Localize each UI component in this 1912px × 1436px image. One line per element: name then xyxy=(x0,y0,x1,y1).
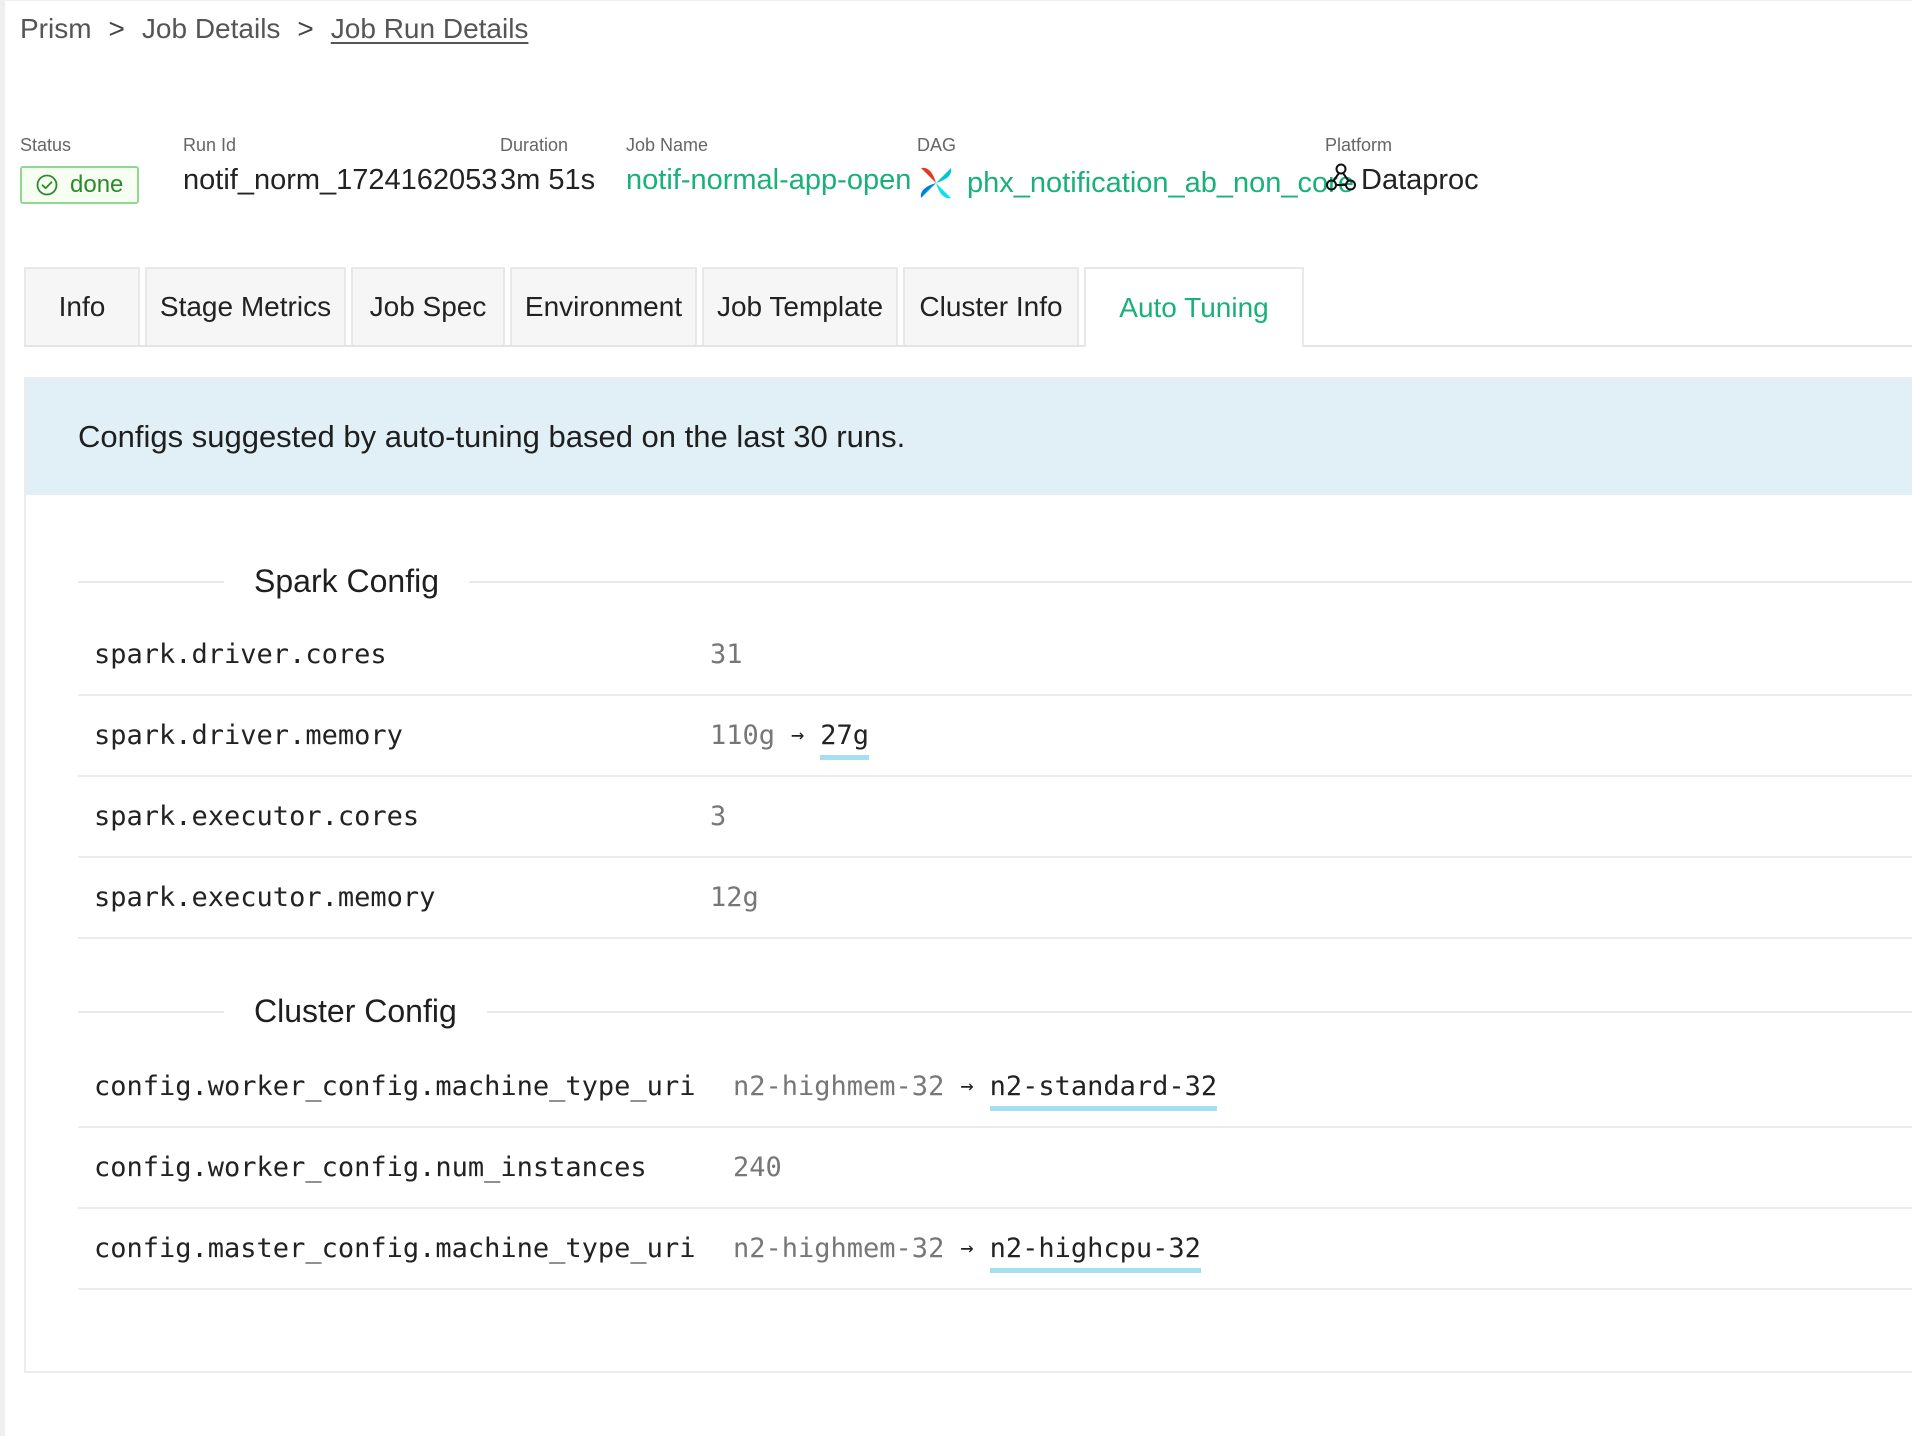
suggested-value: n2-standard-32 xyxy=(989,1071,1218,1111)
current-value: 240 xyxy=(733,1152,782,1183)
job-name-link[interactable]: notif-normal-app-open xyxy=(626,164,911,197)
config-key: config.master_config.machine_type_uri xyxy=(94,1233,696,1264)
meta-run-id: Run Id notif_norm_1724162053 xyxy=(183,135,497,197)
tab-environment[interactable]: Environment xyxy=(510,267,697,345)
meta-dag: DAG phx_notification_ab_non_core xyxy=(917,135,1354,202)
current-value: 31 xyxy=(710,639,743,670)
current-value: 12g xyxy=(710,882,759,913)
config-value: n2-highmem-32 → n2-standard-32 xyxy=(733,1071,1218,1111)
cluster-config-table: config.worker_config.machine_type_uri n2… xyxy=(78,1047,1912,1290)
divider xyxy=(468,580,1912,583)
config-key: spark.executor.memory xyxy=(94,882,436,913)
config-value: 31 xyxy=(710,639,743,670)
meta-dag-label: DAG xyxy=(917,135,957,155)
config-row: spark.executor.cores 3 xyxy=(78,777,1912,858)
tab-job-template[interactable]: Job Template xyxy=(702,267,898,345)
tab-job-spec[interactable]: Job Spec xyxy=(351,267,505,345)
auto-tuning-panel: Configs suggested by auto-tuning based o… xyxy=(24,377,1912,1373)
meta-run-id-label: Run Id xyxy=(183,135,237,155)
config-value: n2-highmem-32 → n2-highcpu-32 xyxy=(733,1233,1201,1273)
spark-config-title: Spark Config xyxy=(254,563,439,599)
config-row: config.worker_config.num_instances 240 xyxy=(78,1128,1912,1209)
config-key: config.worker_config.machine_type_uri xyxy=(94,1071,696,1102)
meta-platform: Platform Dataproc xyxy=(1325,135,1479,197)
suggested-value: 27g xyxy=(820,720,870,760)
config-value: 12g xyxy=(710,882,759,913)
meta-status: Status done xyxy=(20,135,140,204)
meta-job-name-label: Job Name xyxy=(626,135,709,155)
platform-value: Dataproc xyxy=(1361,164,1479,196)
auto-tuning-banner: Configs suggested by auto-tuning based o… xyxy=(26,379,1912,495)
config-row: spark.driver.memory 110g → 27g xyxy=(78,696,1912,777)
tab-cluster-info[interactable]: Cluster Info xyxy=(903,267,1079,345)
breadcrumb-prism[interactable]: Prism xyxy=(20,13,92,45)
meta-status-label: Status xyxy=(20,135,72,155)
breadcrumb-job-details[interactable]: Job Details xyxy=(142,13,281,45)
config-row: config.master_config.machine_type_uri n2… xyxy=(78,1209,1912,1290)
dag-link[interactable]: phx_notification_ab_non_core xyxy=(917,164,1354,202)
cluster-config-header: Cluster Config xyxy=(78,993,1912,1030)
current-value: n2-highmem-32 xyxy=(733,1233,945,1264)
check-circle-icon xyxy=(36,174,58,196)
tab-stage-metrics[interactable]: Stage Metrics xyxy=(145,267,346,345)
tab-bar: Info Stage Metrics Job Spec Environment … xyxy=(24,265,1912,347)
config-row: spark.executor.memory 12g xyxy=(78,858,1912,939)
arrow-right-icon: → xyxy=(791,723,805,748)
config-row: spark.driver.cores 31 xyxy=(78,615,1912,696)
cluster-config-title: Cluster Config xyxy=(254,993,457,1029)
tab-auto-tuning[interactable]: Auto Tuning xyxy=(1084,267,1304,347)
config-value: 240 xyxy=(733,1152,782,1183)
config-key: spark.driver.memory xyxy=(94,720,403,751)
status-value: done xyxy=(70,171,124,198)
meta-platform-label: Platform xyxy=(1325,135,1393,155)
config-value: 3 xyxy=(710,801,726,832)
config-value: 110g → 27g xyxy=(710,720,870,760)
current-value: 110g xyxy=(710,720,776,751)
spark-config-header: Spark Config xyxy=(78,563,1912,600)
breadcrumb-job-run-details[interactable]: Job Run Details xyxy=(331,13,529,45)
divider xyxy=(78,1010,224,1013)
config-key: spark.executor.cores xyxy=(94,801,420,832)
status-badge: done xyxy=(20,166,140,204)
dag-value: phx_notification_ab_non_core xyxy=(967,166,1354,199)
breadcrumb-separator: > xyxy=(108,13,125,44)
dataproc-icon xyxy=(1326,163,1356,190)
arrow-right-icon: → xyxy=(960,1236,974,1261)
meta-duration-label: Duration xyxy=(500,135,569,155)
duration-value: 3m 51s xyxy=(500,164,596,196)
config-row: config.worker_config.machine_type_uri n2… xyxy=(78,1047,1912,1128)
breadcrumb: Prism > Job Details > Job Run Details xyxy=(20,13,528,45)
config-key: config.worker_config.num_instances xyxy=(94,1152,647,1183)
divider xyxy=(486,1010,1912,1013)
breadcrumb-separator: > xyxy=(297,13,314,44)
meta-duration: Duration 3m 51s xyxy=(500,135,595,197)
current-value: 3 xyxy=(710,801,727,832)
airflow-icon xyxy=(920,167,952,199)
config-key: spark.driver.cores xyxy=(94,639,387,670)
job-run-details-page: Prism > Job Details > Job Run Details St… xyxy=(0,0,1912,1436)
platform-value-wrap: Dataproc xyxy=(1325,163,1479,197)
tab-info[interactable]: Info xyxy=(24,267,140,345)
divider xyxy=(78,580,224,583)
meta-job-name: Job Name notif-normal-app-open xyxy=(626,135,911,197)
run-id-value: notif_norm_1724162053 xyxy=(183,164,498,196)
spark-config-table: spark.driver.cores 31 spark.driver.memor… xyxy=(78,615,1912,939)
arrow-right-icon: → xyxy=(960,1074,974,1099)
run-meta-row: Status done Run Id notif_norm_1724162053… xyxy=(5,135,1912,225)
suggested-value: n2-highcpu-32 xyxy=(989,1233,1201,1273)
current-value: n2-highmem-32 xyxy=(733,1071,945,1102)
